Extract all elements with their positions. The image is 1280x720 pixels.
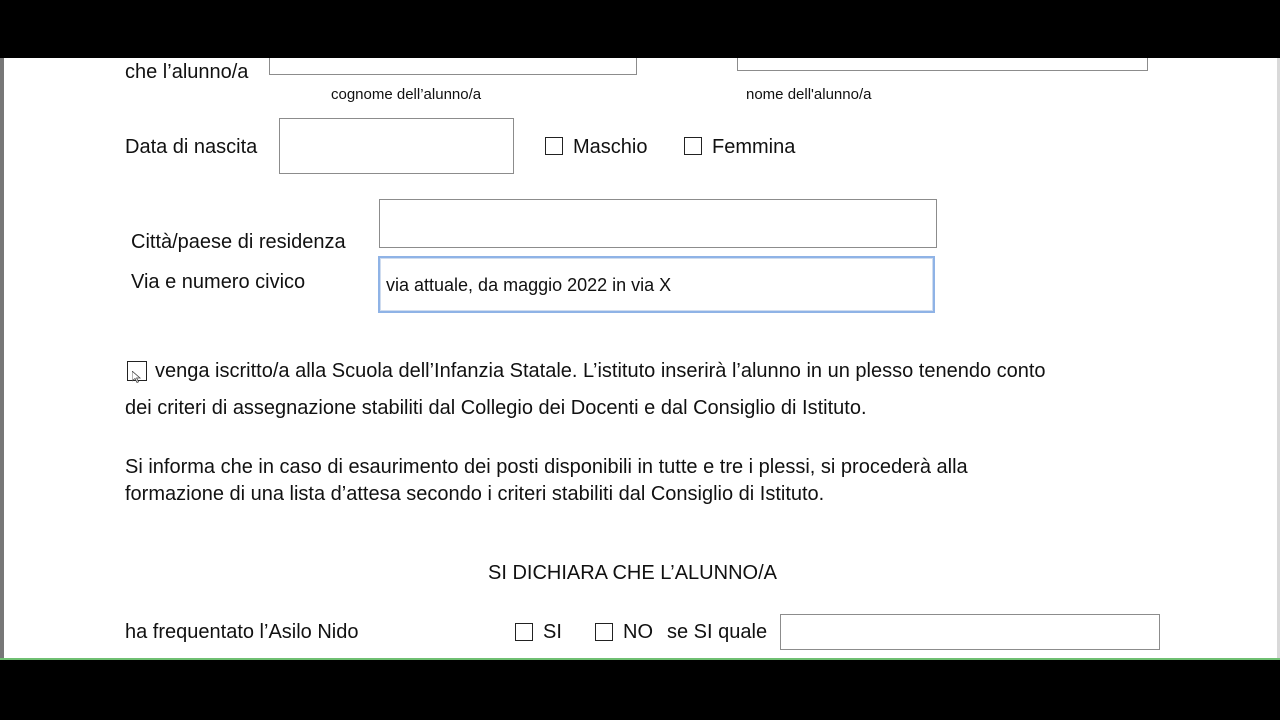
enroll-text-line1: venga iscritto/a alla Scuola dell’Infanz… [155, 360, 1046, 382]
male-checkbox[interactable] [545, 137, 563, 155]
female-label: Femmina [712, 136, 796, 158]
male-label: Maschio [573, 136, 648, 158]
enroll-text-line2: dei criteri di assegnazione stabiliti da… [125, 397, 867, 419]
nursery-no-label: NO [623, 621, 653, 643]
surname-field[interactable] [269, 58, 637, 75]
street-field[interactable]: via attuale, da maggio 2022 in via X [378, 256, 935, 313]
city-label: Città/paese di residenza [131, 231, 346, 253]
birth-date-label: Data di nascita [125, 136, 258, 158]
female-checkbox[interactable] [684, 137, 702, 155]
nursery-yes-label: SI [543, 621, 562, 643]
page-edge [0, 58, 4, 658]
birth-date-field[interactable] [279, 118, 514, 174]
street-label: Via e numero civico [131, 271, 306, 293]
intro-prefix-label: che l’alunno/a [125, 61, 249, 83]
nursery-label: ha frequentato l’Asilo Nido [125, 621, 359, 643]
mouse-pointer-icon [132, 371, 142, 383]
info-text-line2: formazione di una lista d’attesa secondo… [125, 483, 825, 505]
city-field[interactable] [379, 199, 937, 248]
nursery-which-field[interactable] [780, 614, 1160, 650]
nursery-yes-checkbox[interactable] [515, 623, 533, 641]
first-name-caption: nome dell'alunno/a [746, 86, 872, 103]
form-page: che l’alunno/a cognome dell’alunno/a nom… [0, 58, 1280, 660]
nursery-no-checkbox[interactable] [595, 623, 613, 641]
nursery-which-label: se SI quale [667, 621, 768, 643]
surname-caption: cognome dell’alunno/a [331, 86, 482, 103]
first-name-field[interactable] [737, 58, 1148, 71]
declaration-heading: SI DICHIARA CHE L’ALUNNO/A [488, 562, 777, 584]
info-text-line1: Si informa che in caso di esaurimento de… [125, 456, 968, 478]
street-field-value: via attuale, da maggio 2022 in via X [386, 274, 672, 295]
